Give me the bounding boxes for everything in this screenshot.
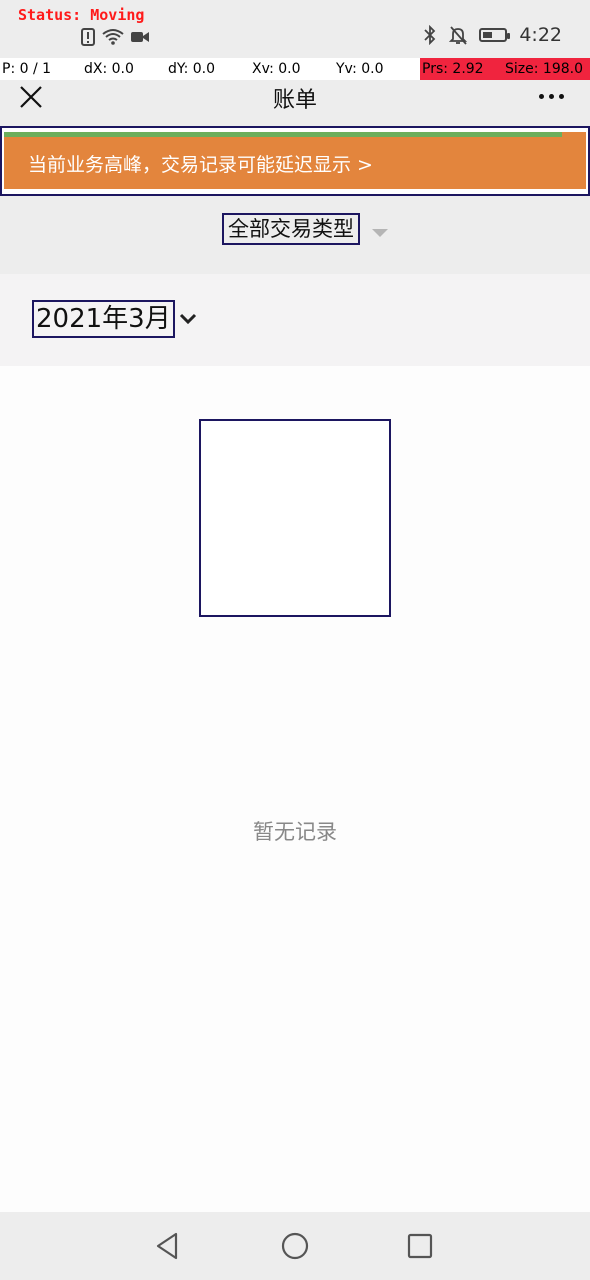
recents-icon[interactable] bbox=[404, 1230, 436, 1262]
bluetooth-icon bbox=[424, 25, 436, 45]
pointer-dy: dY: 0.0 bbox=[168, 61, 216, 77]
wifi-icon bbox=[102, 29, 124, 45]
pointer-yv: Yv: 0.0 bbox=[336, 61, 384, 77]
empty-state-text: 暂无记录 bbox=[253, 820, 337, 844]
more-dot bbox=[559, 94, 564, 99]
status-right: 4:22 bbox=[423, 24, 562, 46]
status-time: 4:22 bbox=[519, 24, 562, 46]
filter-area: 全部交易类型 bbox=[0, 196, 590, 274]
chevron-down-icon[interactable] bbox=[178, 312, 198, 326]
transaction-type-filter[interactable]: 全部交易类型 bbox=[222, 213, 360, 245]
home-icon[interactable] bbox=[279, 1230, 311, 1262]
pointer-count: P: 0 / 1 bbox=[2, 61, 52, 77]
system-nav-bar bbox=[0, 1212, 590, 1280]
debug-status-text: Status: Moving bbox=[18, 6, 145, 24]
month-selector[interactable]: 2021年3月 bbox=[32, 300, 175, 338]
pointer-pressure: Prs: 2.92 bbox=[422, 61, 484, 77]
page-title: 账单 bbox=[272, 88, 317, 113]
more-icon[interactable] bbox=[539, 94, 564, 99]
bell-off-icon bbox=[449, 26, 468, 45]
pointer-dx: dX: 0.0 bbox=[84, 61, 134, 77]
back-icon[interactable] bbox=[152, 1230, 184, 1262]
more-dot bbox=[549, 94, 554, 99]
caret-down-icon bbox=[372, 229, 388, 237]
month-bar: 2021年3月 bbox=[0, 274, 590, 366]
battery-icon bbox=[479, 28, 511, 42]
records-list: 暂无记录 bbox=[0, 366, 590, 1212]
video-camera-icon bbox=[131, 32, 149, 42]
status-left-icons bbox=[80, 28, 150, 46]
notice-banner-frame: 当前业务高峰，交易记录可能延迟显示 > bbox=[0, 126, 590, 196]
notice-banner-text: 当前业务高峰，交易记录可能延迟显示 > bbox=[28, 154, 373, 176]
status-bar: Status: Moving 4:22 bbox=[0, 0, 590, 58]
banner-progress-strip bbox=[4, 132, 562, 137]
empty-state-image bbox=[199, 419, 391, 617]
battery-level bbox=[483, 32, 493, 38]
alert-icon bbox=[81, 28, 95, 46]
pointer-xv: Xv: 0.0 bbox=[252, 61, 301, 77]
pointer-location-bar: P: 0 / 1 dX: 0.0 dY: 0.0 Xv: 0.0 Yv: 0.0… bbox=[0, 58, 590, 80]
nav-header: 账单 bbox=[0, 80, 590, 122]
pointer-size: Size: 198.0 bbox=[505, 61, 583, 77]
more-dot bbox=[539, 94, 544, 99]
notice-banner[interactable]: 当前业务高峰，交易记录可能延迟显示 > bbox=[4, 132, 586, 189]
